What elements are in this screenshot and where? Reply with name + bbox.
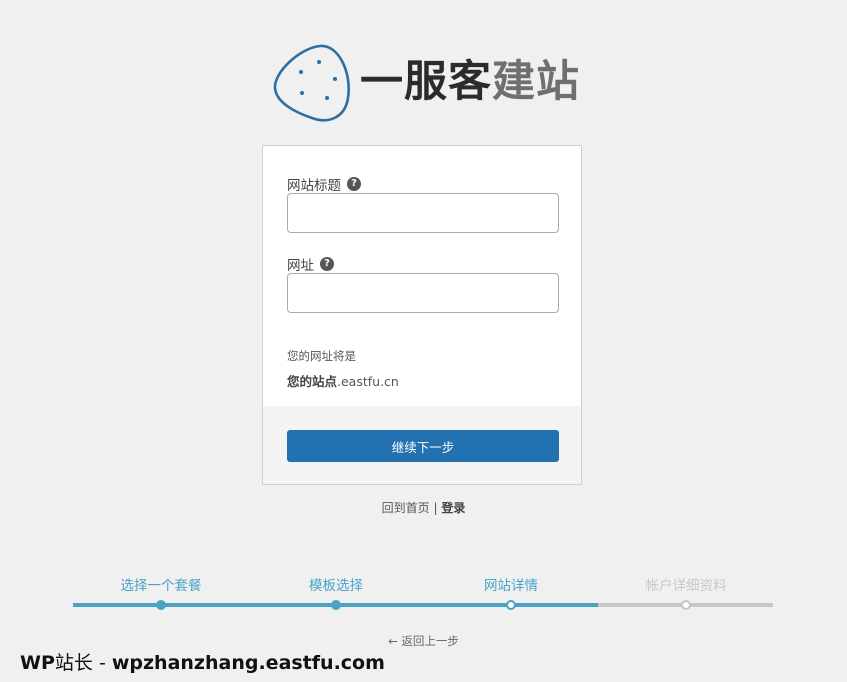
step-dot-done bbox=[331, 600, 341, 610]
url-preview: 您的站点.eastfu.cn bbox=[287, 371, 399, 390]
back-arrow-icon: ← bbox=[388, 634, 398, 648]
watermark-domain: wpzhanzhang.eastfu.com bbox=[111, 652, 385, 674]
signup-page: 一服客建站 网站标题 ? 网址 ? 您的网址将是 您的站点.eastfu.cn … bbox=[0, 0, 847, 682]
signup-progress: 选择一个套餐 模板选择 网站详情 帐户详细资料 bbox=[73, 570, 773, 620]
form-footer: 继续下一步 bbox=[263, 406, 581, 484]
auth-links: 回到首页 | 登录 bbox=[0, 499, 847, 516]
step-dot-todo bbox=[681, 600, 691, 610]
watermark-prefix: WP bbox=[20, 652, 55, 674]
watermark-dash: - bbox=[92, 652, 112, 674]
login-link[interactable]: 登录 bbox=[441, 501, 465, 515]
step-label-account: 帐户详细资料 bbox=[645, 578, 727, 594]
brand-mark-icon bbox=[273, 44, 350, 122]
link-separator: | bbox=[429, 501, 442, 515]
step-dot-current bbox=[506, 600, 516, 610]
site-url-label-row: 网址 ? bbox=[287, 254, 334, 274]
back-link-label: 返回上一步 bbox=[401, 634, 459, 648]
site-title-label-row: 网站标题 ? bbox=[287, 174, 361, 194]
step-label-template[interactable]: 模板选择 bbox=[309, 574, 363, 594]
help-icon[interactable]: ? bbox=[320, 257, 334, 271]
site-details-form: 网站标题 ? 网址 ? 您的网址将是 您的站点.eastfu.cn 继续下一步 bbox=[262, 145, 582, 485]
step-label-plan[interactable]: 选择一个套餐 bbox=[121, 574, 202, 594]
site-url-label: 网址 bbox=[287, 258, 314, 274]
watermark: WP站长 - wpzhanzhang.eastfu.com bbox=[20, 648, 385, 675]
site-title-label: 网站标题 bbox=[287, 178, 341, 194]
url-note: 您的网址将是 bbox=[287, 349, 356, 363]
url-preview-domain: .eastfu.cn bbox=[337, 374, 399, 389]
brand-name: 一服客建站 bbox=[360, 60, 580, 104]
brand-name-light: 建站 bbox=[492, 56, 580, 107]
back-link[interactable]: ← 返回上一步 bbox=[388, 634, 459, 648]
site-url-input[interactable] bbox=[287, 273, 559, 313]
continue-button[interactable]: 继续下一步 bbox=[287, 430, 559, 462]
url-preview-subdomain: 您的站点 bbox=[287, 374, 338, 389]
brand-logo[interactable]: 一服客建站 bbox=[272, 42, 580, 124]
site-title-input[interactable] bbox=[287, 193, 559, 233]
home-link[interactable]: 回到首页 bbox=[382, 501, 430, 515]
back-link-row: ← 返回上一步 bbox=[0, 633, 847, 649]
brand-name-dark: 一服客 bbox=[360, 56, 492, 107]
watermark-zh: 站长 bbox=[54, 652, 93, 674]
step-label-site-details: 网站详情 bbox=[484, 578, 538, 594]
step-dot-done bbox=[156, 600, 166, 610]
help-icon[interactable]: ? bbox=[347, 177, 361, 191]
